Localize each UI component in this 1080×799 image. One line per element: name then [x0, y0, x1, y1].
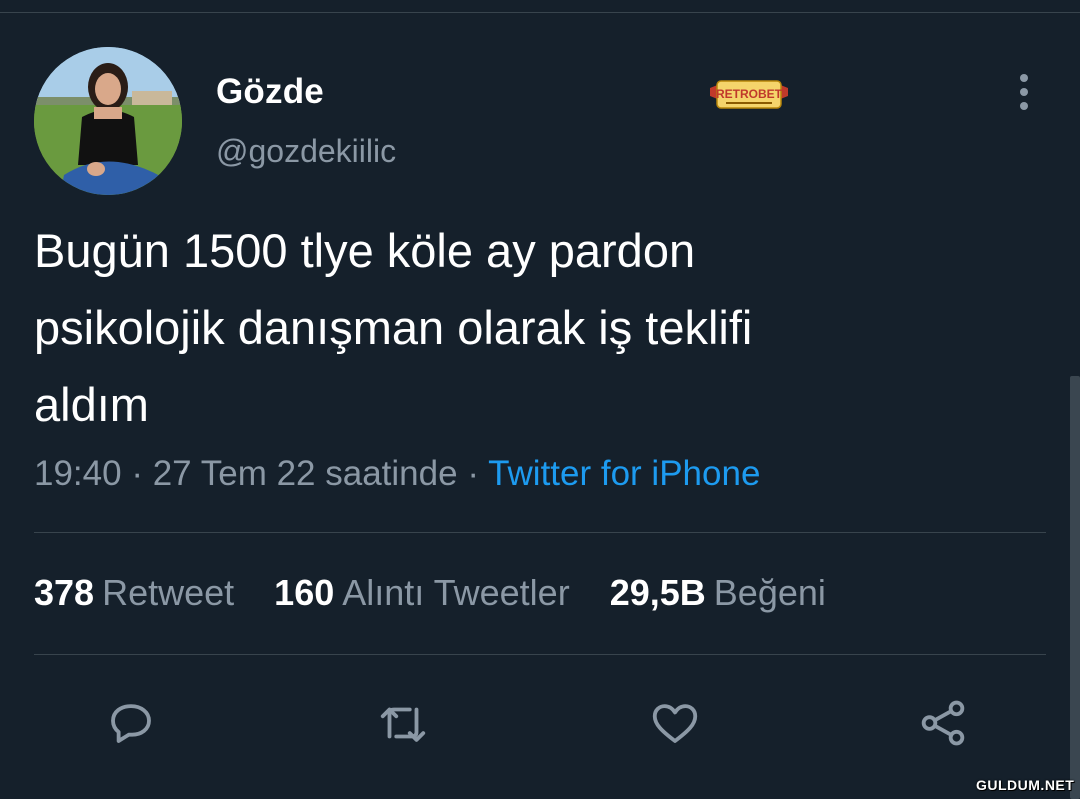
tweet-text-line: psikolojik danışman olarak iş teklifi: [34, 301, 753, 354]
meta-separator: ·: [131, 454, 143, 493]
share-button[interactable]: [916, 696, 970, 750]
user-handle[interactable]: @gozdekiilic: [216, 133, 396, 170]
retrobet-logo: RETROBET: [708, 78, 790, 112]
retweet-count: 378: [34, 572, 95, 613]
tweet-text-line: Bugün 1500 tlye köle ay pardon: [34, 224, 696, 277]
top-divider: [0, 12, 1080, 13]
like-count-link[interactable]: 29,5B Beğeni: [610, 572, 826, 614]
like-count: 29,5B: [609, 572, 706, 613]
more-options-icon[interactable]: [1008, 72, 1040, 112]
reply-icon: [111, 704, 151, 743]
divider: [34, 532, 1046, 533]
heart-icon: [652, 704, 698, 743]
retweet-count-link[interactable]: 378 Retweet: [34, 572, 234, 614]
tweet-time[interactable]: 19:40: [34, 454, 122, 493]
retrobet-logo-text: RETROBET: [716, 87, 783, 101]
reply-button[interactable]: [104, 696, 158, 750]
avatar-photo: [34, 47, 182, 195]
site-watermark: GULDUM.NET: [976, 777, 1075, 793]
quote-count: 160: [274, 572, 335, 613]
like-button[interactable]: [648, 696, 702, 750]
display-name[interactable]: Gözde: [216, 72, 324, 112]
like-label: Beğeni: [713, 572, 826, 613]
divider: [34, 654, 1046, 655]
quote-label: Alıntı Tweetler: [342, 572, 570, 613]
tweet-text-line: aldım: [34, 378, 149, 431]
tweet-meta: 19:40 · 27 Tem 22 saatinde · Twitter for…: [34, 454, 760, 494]
tweet-date[interactable]: 27 Tem 22 saatinde: [153, 454, 458, 493]
tweet-stats: 378 Retweet 160 Alıntı Tweetler 29,5B Beğen…: [34, 572, 856, 614]
avatar[interactable]: [34, 47, 182, 195]
retweet-icon: [380, 707, 426, 742]
retweet-label: Retweet: [102, 572, 235, 613]
meta-separator: ·: [467, 454, 479, 493]
scrollbar[interactable]: [1070, 376, 1080, 799]
share-icon: [921, 700, 965, 746]
tweet-text: Bugün 1500 tlye köle ay pardon psikoloji…: [34, 212, 1034, 443]
retweet-button[interactable]: [376, 696, 430, 750]
quote-count-link[interactable]: 160 Alıntı Tweetler: [274, 572, 570, 614]
tweet-source-link[interactable]: Twitter for iPhone: [488, 454, 760, 493]
